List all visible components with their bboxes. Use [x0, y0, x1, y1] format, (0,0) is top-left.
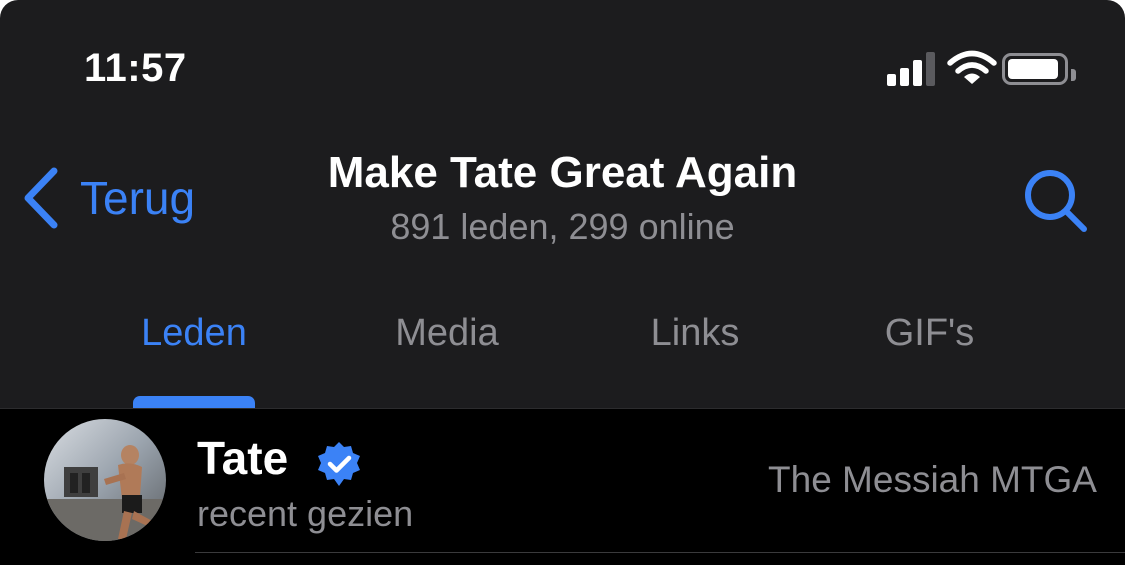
- list-item[interactable]: Tate recent gezien The Messiah MTGA: [0, 409, 1125, 565]
- search-icon[interactable]: [1020, 165, 1090, 235]
- row-divider: [195, 552, 1125, 553]
- status-time: 11:57: [84, 46, 187, 90]
- tab-gifs[interactable]: GIF's: [862, 312, 997, 355]
- page-title: Make Tate Great Again: [327, 148, 798, 197]
- member-count: 891 leden, 299 online: [390, 206, 735, 247]
- tab-media[interactable]: Media: [372, 312, 522, 355]
- battery-icon: [1002, 53, 1076, 85]
- battery-level: [1008, 59, 1058, 79]
- verified-badge-icon: [318, 442, 360, 486]
- member-status: recent gezien: [197, 493, 414, 534]
- tab-leden[interactable]: Leden: [133, 312, 255, 355]
- wifi-icon: [947, 50, 997, 84]
- member-name: Tate: [197, 432, 289, 484]
- battery-cap: [1071, 69, 1076, 81]
- cellular-signal-icon: [887, 52, 937, 86]
- avatar: [44, 419, 166, 541]
- tab-links[interactable]: Links: [625, 312, 765, 355]
- header: Make Tate Great Again 891 leden, 299 onl…: [0, 148, 1125, 248]
- member-list: Tate recent gezien The Messiah MTGA: [0, 408, 1125, 565]
- app-screen: 11:57 Terug Make Tate Great Again 891 le…: [0, 0, 1125, 565]
- member-role: The Messiah MTGA: [768, 459, 1097, 500]
